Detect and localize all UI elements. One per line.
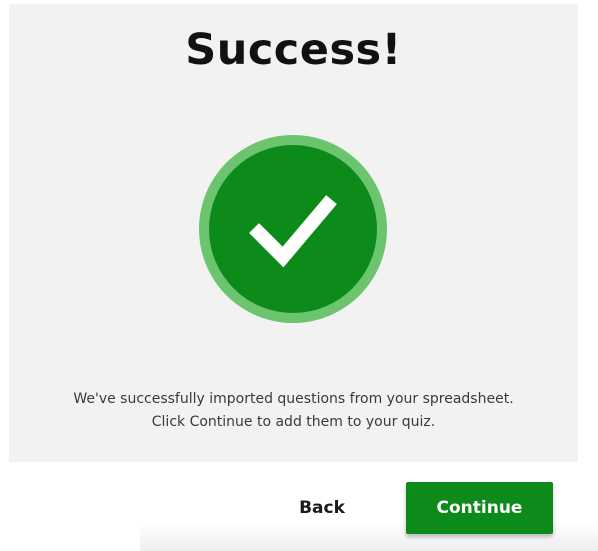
success-panel: Success! We've successfully imported que… xyxy=(9,4,578,462)
message-line-2: Click Continue to add them to your quiz. xyxy=(151,414,436,430)
import-success-dialog: Success! We've successfully imported que… xyxy=(0,0,598,551)
success-message: We've successfully imported questions fr… xyxy=(9,388,578,434)
message-line-1: We've successfully imported questions fr… xyxy=(73,391,514,407)
continue-button[interactable]: Continue xyxy=(406,482,553,534)
dialog-title: Success! xyxy=(185,25,402,75)
back-button[interactable]: Back xyxy=(281,487,363,529)
checkmark-circle-icon xyxy=(199,135,387,323)
